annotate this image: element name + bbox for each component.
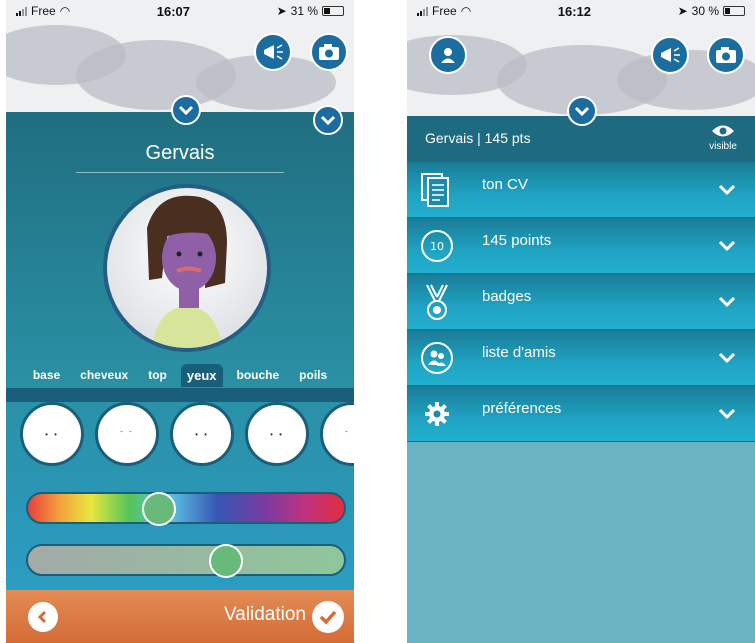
visibility-toggle[interactable]: visible [703,124,743,152]
chevron-down-icon [718,408,736,420]
chevron-down-icon [320,115,336,126]
battery-percent: 31 % [290,4,318,18]
chevron-down-icon [718,240,736,252]
camera-button[interactable] [310,33,348,71]
validate-button[interactable] [312,601,344,633]
menu-item-cv[interactable]: ton CV [407,162,755,218]
menu-item-label: badges [482,288,532,305]
camera-icon [319,44,339,60]
empty-content-area [407,442,755,643]
friends-icon [417,338,457,378]
megaphone-button[interactable] [254,33,292,71]
tab-bouche[interactable]: bouche [231,364,286,386]
visibility-label: visible [709,141,737,152]
tab-yeux[interactable]: yeux [180,363,223,387]
tab-poils[interactable]: poils [293,364,333,386]
megaphone-button[interactable] [651,36,689,74]
color-slider-handle[interactable] [141,492,176,526]
chevron-left-icon [37,610,47,624]
expand-panel-button[interactable] [313,105,343,135]
chevron-down-icon [178,105,194,116]
eye-option[interactable]: • • [170,402,234,466]
color-slider[interactable] [26,492,346,526]
avatar-preview [103,184,271,352]
tabs-underline [6,388,354,402]
clock: 16:07 [156,3,190,19]
carrier-label: Free [432,4,457,18]
profile-menu-screen: Free ◠ 16:12 ➤ 30 % Gervais | 145 pts vi… [407,0,755,643]
eye-options: • • ˉ ˉ • • • • ˉ ˉ [20,402,354,466]
footer-bar: Validation [6,590,354,643]
chevron-down-icon [718,296,736,308]
wifi-icon: ◠ [460,4,472,18]
menu-item-label: liste d'amis [482,344,556,361]
camera-icon [716,47,736,63]
chevron-down-icon [718,184,736,196]
svg-text:10: 10 [430,240,444,253]
location-icon: ➤ [276,4,287,18]
tab-cheveux[interactable]: cheveux [74,364,134,386]
wifi-icon: ◠ [59,4,71,18]
menu-item-label: préférences [482,400,562,417]
battery-percent: 30 % [691,4,719,18]
profile-menu: ton CV 10 145 points badges liste d'amis [407,162,755,442]
validate-label: Validation [223,604,306,625]
menu-item-label: 145 points [482,232,552,249]
status-bar: Free ◠ 16:12 ➤ 30 % [407,0,755,22]
status-bar: Free ◠ 16:07 ➤ 31 % [6,0,354,22]
cv-document-icon [417,170,457,210]
avatar-editor-screen: Free ◠ 16:07 ➤ 31 % Gervais base cheveux… [6,0,354,643]
eye-icon [712,125,734,137]
checkmark-icon [319,610,337,625]
chevron-down-icon [574,106,590,117]
megaphone-icon [661,47,680,63]
tab-top[interactable]: top [142,364,173,386]
collapse-header-button[interactable] [171,95,201,125]
tone-slider-handle[interactable] [208,544,243,578]
signal-icon [16,6,27,16]
profile-button[interactable] [429,36,467,74]
eye-option[interactable]: • • [20,402,84,466]
avatar-character-icon [147,195,227,348]
megaphone-icon [264,44,283,60]
location-icon: ➤ [677,4,688,18]
signal-icon [417,6,428,16]
tab-base[interactable]: base [27,364,66,386]
user-points-label: Gervais | 145 pts [425,130,531,146]
divider [76,172,284,173]
menu-item-points[interactable]: 10 145 points [407,218,755,274]
points-badge-icon: 10 [417,226,457,266]
back-button[interactable] [28,602,58,632]
clock: 16:12 [557,3,591,19]
eye-option[interactable]: ˉ ˉ [95,402,159,466]
menu-item-preferences[interactable]: préférences [407,386,755,442]
chevron-down-icon [718,352,736,364]
menu-item-badges[interactable]: badges [407,274,755,330]
category-tabs: base cheveux top yeux bouche poils [6,362,354,388]
battery-icon [322,6,344,16]
camera-button[interactable] [707,36,745,74]
carrier-label: Free [31,4,56,18]
medal-icon [417,282,457,322]
user-icon [441,48,455,63]
tone-slider[interactable] [26,544,346,578]
gear-icon [417,394,457,434]
collapse-header-button[interactable] [567,96,597,126]
avatar-name: Gervais [145,142,215,164]
menu-item-label: ton CV [482,176,528,193]
avatar-panel: Gervais base cheveux top yeux bouche poi… [6,105,354,590]
eye-option[interactable]: ˉ ˉ [320,402,354,466]
eye-option[interactable]: • • [245,402,309,466]
menu-item-friends[interactable]: liste d'amis [407,330,755,386]
battery-icon [723,6,745,16]
